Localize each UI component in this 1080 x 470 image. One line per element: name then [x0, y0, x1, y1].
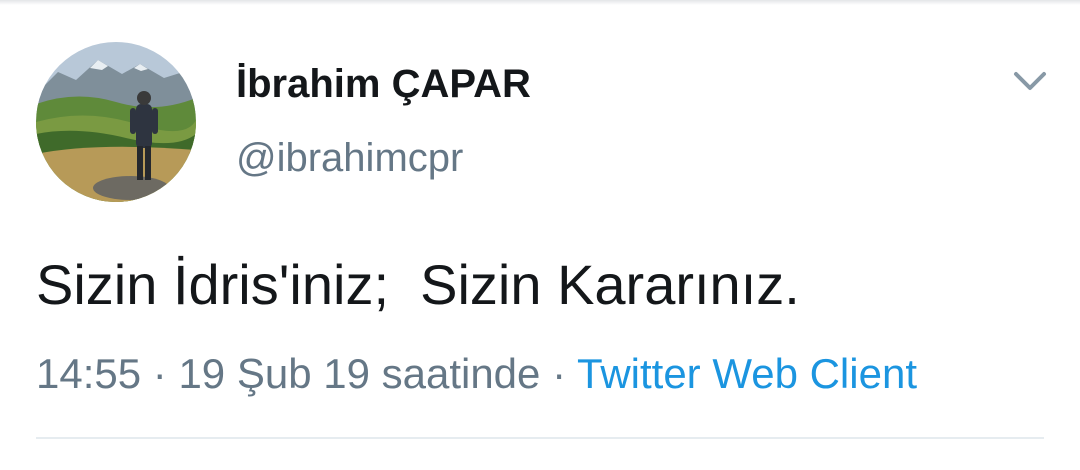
avatar[interactable]	[36, 42, 196, 202]
tweet-menu-button[interactable]	[1008, 64, 1052, 100]
tweet-card: İbrahim ÇAPAR @ibrahimcpr Sizin İdris'in…	[0, 0, 1080, 470]
tweet-text: Sizin İdris'iniz; Sizin Kararınız.	[36, 253, 800, 316]
meta-separator: ·	[540, 350, 577, 397]
tweet-time[interactable]: 14:55	[36, 350, 141, 397]
tweet-meta: 14:55 · 19 Şub 19 saatinde · Twitter Web…	[36, 348, 917, 400]
meta-separator: ·	[141, 350, 179, 397]
author-display-name[interactable]: İbrahim ÇAPAR	[236, 60, 531, 108]
tweet-date[interactable]: 19 Şub 19 saatinde	[178, 350, 540, 397]
tweet-source-link[interactable]: Twitter Web Client	[577, 350, 917, 397]
chevron-down-icon	[1014, 72, 1046, 90]
author-handle[interactable]: @ibrahimcpr	[236, 134, 463, 182]
avatar-photo	[36, 42, 196, 202]
divider	[36, 437, 1044, 439]
